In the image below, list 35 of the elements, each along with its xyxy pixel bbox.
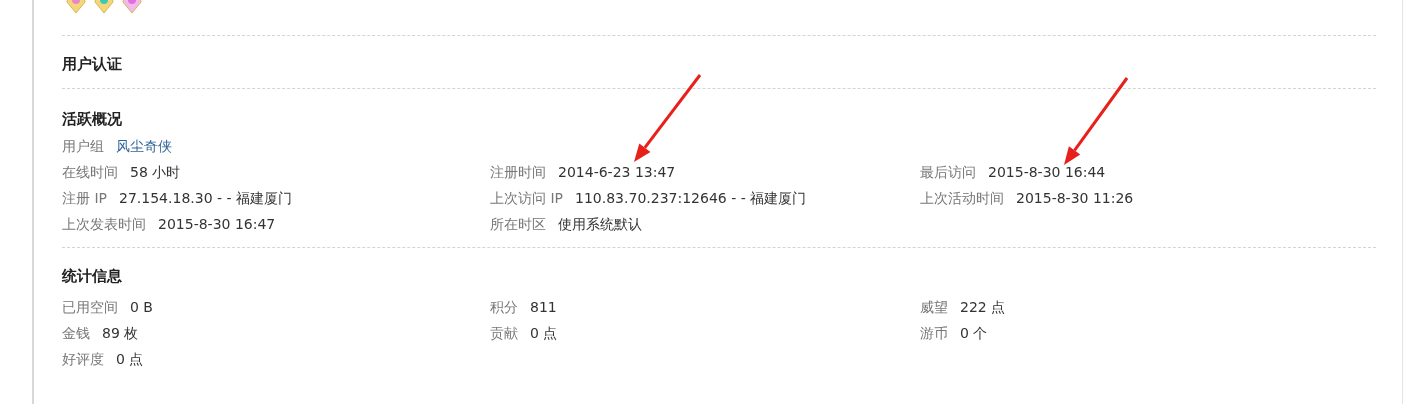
field-label: 注册 IP	[62, 189, 108, 208]
field-label: 用户组	[62, 137, 104, 156]
field-label: 所在时区	[490, 215, 546, 234]
field-value: 58 小时	[130, 163, 181, 182]
section-title: 统计信息	[62, 266, 123, 287]
user-group-link[interactable]: 风尘奇侠	[116, 133, 172, 159]
field-label: 金钱	[62, 324, 90, 343]
field-value: 222 点	[960, 298, 1006, 317]
field-label: 好评度	[62, 350, 104, 369]
field-value: 2015-8-30 16:47	[158, 215, 276, 234]
field-label: 注册时间	[490, 163, 546, 182]
field-label: 游币	[920, 324, 948, 343]
field-value: 27.154.18.30 - - 福建厦门	[119, 189, 292, 208]
section-title: 活跃概况	[62, 109, 123, 130]
field-value: 110.83.70.237:12646 - - 福建厦门	[575, 189, 807, 208]
field-label: 威望	[920, 298, 948, 317]
field-value: 2014-6-23 13:47	[558, 163, 676, 182]
field-value: 811	[530, 298, 557, 317]
field-value: 0 B	[130, 298, 153, 317]
field-label: 已用空间	[62, 298, 118, 317]
section-title: 用户认证	[62, 54, 123, 75]
field-label: 贡献	[490, 324, 518, 343]
field-value: 2015-8-30 16:44	[988, 163, 1106, 182]
field-label: 在线时间	[62, 163, 118, 182]
field-label: 上次活动时间	[920, 189, 1004, 208]
field-value: 0 点	[116, 350, 144, 369]
field-label: 最后访问	[920, 163, 976, 182]
field-value: 0 点	[530, 324, 558, 343]
field-label: 上次访问 IP	[490, 189, 564, 208]
field-value: 89 枚	[102, 324, 139, 343]
field-value: 0 个	[960, 324, 988, 343]
field-label: 积分	[490, 298, 518, 317]
field-value: 使用系统默认	[558, 215, 642, 234]
field-value: 2015-8-30 11:26	[1016, 189, 1134, 208]
field-label: 上次发表时间	[62, 215, 146, 234]
